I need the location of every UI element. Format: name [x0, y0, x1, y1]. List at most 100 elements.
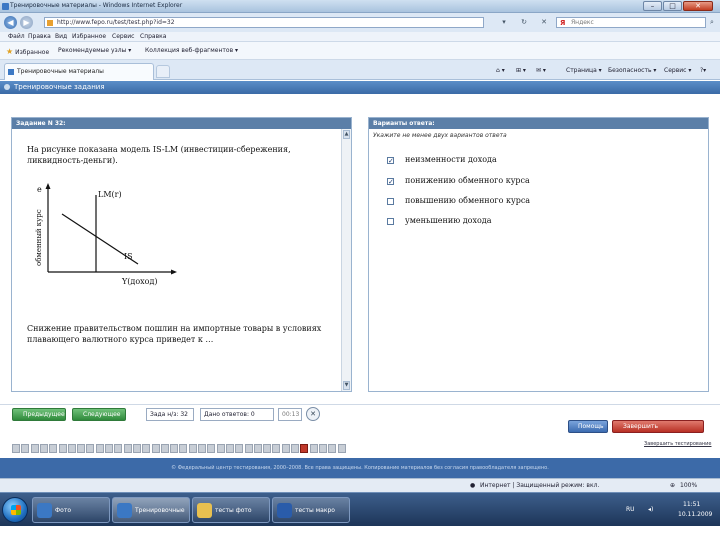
question-number-cell[interactable]	[272, 444, 281, 453]
new-tab-button[interactable]	[156, 65, 170, 78]
home-icon[interactable]: ⌂ ▾	[496, 67, 505, 74]
tab-active[interactable]: Тренировочные материалы	[4, 63, 154, 80]
favorites-item-suggested[interactable]: Рекомендуемые узлы ▾	[58, 47, 131, 54]
question-number-cell[interactable]	[49, 444, 58, 453]
zone-icon: ●	[470, 482, 476, 489]
close-button[interactable]: ✕	[683, 1, 713, 11]
answer-option-1[interactable]: ✓ неизменности дохода	[387, 155, 497, 165]
taskbar-item-photo-training[interactable]: Фото тренировоч...	[32, 497, 110, 540]
question-number-cell[interactable]	[291, 444, 299, 453]
search-icon[interactable]: ⌕	[708, 18, 716, 26]
question-number-cell[interactable]	[198, 444, 206, 453]
address-input[interactable]: http://www.fepo.ru/test/test.php?id=32	[44, 17, 484, 28]
prev-button[interactable]: Предыдущее	[12, 408, 66, 421]
bottom-margin	[0, 526, 720, 540]
menu-help[interactable]: Справка	[140, 33, 166, 40]
question-number-cell[interactable]	[142, 444, 151, 453]
volume-icon[interactable]: ◂)	[648, 506, 653, 513]
taskbar-item-training-materials[interactable]: Тренировочные ...	[112, 497, 190, 540]
scroll-up-arrow-icon[interactable]: ▲	[343, 130, 350, 139]
question-number-cell[interactable]	[309, 444, 318, 453]
timer-stop-icon[interactable]: ✕	[306, 407, 320, 421]
question-number-cell[interactable]	[67, 444, 76, 453]
help-button[interactable]: Помощь	[568, 420, 608, 433]
question-number-cell[interactable]	[244, 444, 253, 453]
answer-option-2[interactable]: ✓ понижению обменного курса	[387, 176, 530, 186]
refresh-icon[interactable]: ↻	[520, 18, 528, 26]
question-number-cell[interactable]	[318, 444, 327, 453]
favorites-bar: ★ Избранное Рекомендуемые узлы ▾ Коллекц…	[0, 42, 720, 60]
print-icon[interactable]: ✉ ▾	[536, 67, 546, 74]
start-button[interactable]	[2, 497, 28, 523]
favorites-button[interactable]: ★ Избранное	[6, 47, 49, 56]
next-button[interactable]: Следующее	[72, 408, 126, 421]
answer-option-4[interactable]: уменьшению дохода	[387, 216, 491, 225]
clock-time[interactable]: 11:51	[683, 501, 700, 508]
question-number-cell[interactable]	[253, 444, 262, 453]
question-scrollbar[interactable]: ▲ ▼	[341, 129, 351, 391]
taskbar-item-test-photos[interactable]: тесты фото	[192, 497, 270, 523]
answer-checkbox-4[interactable]	[387, 218, 394, 225]
help-menu-icon[interactable]: ?▾	[700, 67, 706, 74]
question-number-cell[interactable]	[179, 444, 188, 453]
scroll-down-arrow-icon[interactable]: ▼	[343, 381, 350, 390]
question-number-cell[interactable]	[132, 444, 141, 453]
page-menu[interactable]: Страница ▾	[566, 67, 602, 74]
safety-menu[interactable]: Безопасность ▾	[608, 67, 656, 74]
question-number-cell[interactable]	[160, 444, 169, 453]
search-input[interactable]: Я Яндекс	[556, 17, 706, 28]
clock-date[interactable]: 10.11.2009	[678, 511, 712, 518]
question-number-cell[interactable]	[170, 444, 179, 453]
zoom-level[interactable]: 100%	[680, 482, 697, 489]
menu-tools[interactable]: Сервис	[112, 33, 134, 40]
question-number-cell[interactable]	[263, 444, 272, 453]
finish-link[interactable]: Завершить тестирование	[644, 441, 711, 447]
forward-button[interactable]: ▶	[20, 16, 33, 29]
question-number-cell[interactable]	[21, 444, 30, 453]
answer-checkbox-1[interactable]: ✓	[387, 157, 394, 165]
question-number-cell[interactable]	[95, 444, 104, 453]
answer-label-1: неизменности дохода	[405, 155, 497, 164]
question-number-cell[interactable]	[30, 444, 39, 453]
question-number-cell[interactable]	[216, 444, 225, 453]
language-indicator[interactable]: RU	[626, 506, 635, 513]
question-number-cell[interactable]	[123, 444, 132, 453]
maximize-button[interactable]: □	[663, 1, 682, 11]
zoom-icon[interactable]: ⊕	[670, 482, 675, 489]
stop-icon[interactable]: ✕	[540, 18, 548, 26]
question-number-cell[interactable]	[12, 444, 20, 453]
answer-checkbox-3[interactable]	[387, 198, 394, 205]
menu-file[interactable]: Файл	[8, 33, 25, 40]
tools-menu[interactable]: Сервис ▾	[664, 67, 691, 74]
feeds-icon[interactable]: ⊞ ▾	[516, 67, 526, 74]
question-number-cell[interactable]	[114, 444, 123, 453]
menu-view[interactable]: Вид	[55, 33, 67, 40]
minimize-button[interactable]: –	[643, 1, 662, 11]
question-number-cell[interactable]	[77, 444, 86, 453]
back-button[interactable]: ◀	[4, 16, 17, 29]
taskbar-item-macro-tests[interactable]: тесты макро [Ре...	[272, 497, 350, 540]
question-number-cell[interactable]	[151, 444, 160, 453]
taskbar: Фото тренировоч... Тренировочные ... тес…	[0, 492, 720, 540]
favorites-item-webslices[interactable]: Коллекция веб-фрагментов ▾	[145, 47, 238, 54]
task-title: Задание N 32:	[12, 118, 351, 129]
question-number-cell[interactable]	[225, 444, 234, 453]
finish-button[interactable]: Завершить тестирование	[612, 420, 704, 441]
question-number-cell[interactable]	[39, 444, 48, 453]
question-number-cell[interactable]	[328, 444, 337, 453]
menu-edit[interactable]: Правка	[28, 33, 51, 40]
question-number-cell[interactable]	[188, 444, 197, 453]
answer-checkbox-2[interactable]: ✓	[387, 178, 394, 186]
rss-dropdown-icon[interactable]: ▾	[500, 18, 508, 26]
question-number-cell[interactable]	[300, 444, 309, 453]
answer-option-3[interactable]: повышению обменного курса	[387, 196, 530, 205]
question-number-cell[interactable]	[281, 444, 290, 453]
question-number-cell[interactable]	[86, 444, 95, 453]
question-number-cell[interactable]	[105, 444, 113, 453]
menu-favorites[interactable]: Избранное	[72, 33, 106, 40]
question-number-cell[interactable]	[337, 444, 346, 453]
question-number-cell[interactable]	[235, 444, 244, 453]
y-axis-arrow	[45, 183, 51, 189]
question-number-cell[interactable]	[207, 444, 216, 453]
question-number-cell[interactable]	[58, 444, 67, 453]
